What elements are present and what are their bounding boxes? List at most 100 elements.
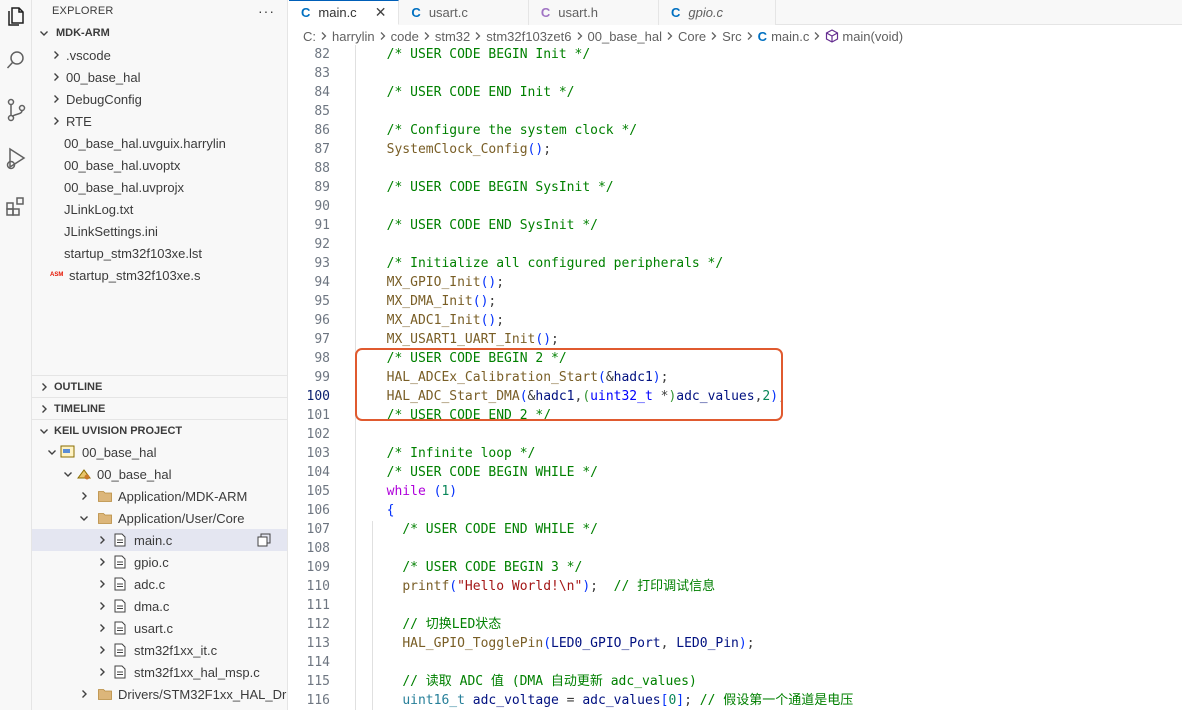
section-timeline[interactable]: TIMELINE <box>32 397 287 419</box>
code-line[interactable]: 83 <box>289 64 1182 83</box>
extensions-icon[interactable] <box>0 190 32 222</box>
code-line[interactable]: 88 <box>289 159 1182 178</box>
keil-file[interactable]: main.c <box>32 529 287 551</box>
asm-file-icon: ASM <box>50 272 64 278</box>
line-number: 96 <box>314 313 330 328</box>
explorer-item-label: .vscode <box>66 47 111 63</box>
explorer-file[interactable]: JLinkLog.txt <box>32 198 287 220</box>
code-text: /* USER CODE BEGIN WHILE */ <box>386 465 598 480</box>
code-line[interactable]: 82 /* USER CODE BEGIN Init */ <box>289 45 1182 64</box>
breadcrumb-item[interactable]: stm32f103zet6 <box>486 29 571 44</box>
keil-file[interactable]: usart.c <box>32 617 287 639</box>
code-line[interactable]: 104 /* USER CODE BEGIN WHILE */ <box>289 463 1182 482</box>
tab-label: usart.h <box>558 5 598 20</box>
code-line[interactable]: 91 /* USER CODE END SysInit */ <box>289 216 1182 235</box>
folder-root[interactable]: MDK-ARM <box>32 22 287 44</box>
breadcrumb-item[interactable]: Core <box>678 29 706 44</box>
run-debug-icon[interactable] <box>0 142 32 174</box>
explorer-files-icon[interactable] <box>0 0 32 32</box>
breadcrumb-item[interactable]: C: <box>303 29 316 44</box>
code-line[interactable]: 92 <box>289 235 1182 254</box>
code-line[interactable]: 105 while (1) <box>289 482 1182 501</box>
line-number: 113 <box>306 636 330 651</box>
keil-file[interactable]: adc.c <box>32 573 287 595</box>
explorer-folder[interactable]: .vscode <box>32 44 287 66</box>
code-line[interactable]: 112 // 切换LED状态 <box>289 615 1182 634</box>
explorer-folder[interactable]: 00_base_hal <box>32 66 287 88</box>
code-text: /* USER CODE END SysInit */ <box>386 218 598 233</box>
code-line[interactable]: 114 <box>289 653 1182 672</box>
breadcrumb-item[interactable]: Src <box>722 29 742 44</box>
explorer-file[interactable]: JLinkSettings.ini <box>32 220 287 242</box>
breadcrumb-item[interactable]: 00_base_hal <box>588 29 662 44</box>
explorer-folder[interactable]: DebugConfig <box>32 88 287 110</box>
explorer-file[interactable]: ASM startup_stm32f103xe.s <box>32 264 287 286</box>
code-text: MX_ADC1_Init(); <box>386 313 505 328</box>
code-line[interactable]: 116 uint16_t adc_voltage = adc_values[0]… <box>289 691 1182 710</box>
code-line[interactable]: 86 /* Configure the system clock */ <box>289 121 1182 140</box>
code-line[interactable]: 89 /* USER CODE BEGIN SysInit */ <box>289 178 1182 197</box>
breadcrumb-item[interactable]: main.c <box>771 29 809 44</box>
code-line[interactable]: 107 /* USER CODE END WHILE */ <box>289 520 1182 539</box>
code-line[interactable]: 97 MX_USART1_UART_Init(); <box>289 330 1182 349</box>
explorer-file[interactable]: 00_base_hal.uvguix.harrylin <box>32 132 287 154</box>
code-line[interactable]: 96 MX_ADC1_Init(); <box>289 311 1182 330</box>
breadcrumb-item[interactable]: code <box>391 29 419 44</box>
explorer-item-label: 00_base_hal <box>66 69 141 85</box>
more-actions-icon[interactable]: ··· <box>258 3 275 19</box>
keil-file-label: adc.c <box>134 576 166 592</box>
keil-group-drivers[interactable]: Drivers/STM32F1xx_HAL_Dri... <box>32 683 287 705</box>
keil-project[interactable]: 00_base_hal <box>32 441 287 463</box>
keil-group[interactable]: Application/User/Core <box>32 507 287 529</box>
chevron-right-icon <box>576 31 584 41</box>
code-line[interactable]: 90 <box>289 197 1182 216</box>
code-line[interactable]: 111 <box>289 596 1182 615</box>
search-icon[interactable] <box>0 44 32 76</box>
close-icon[interactable]: ✕ <box>375 4 387 21</box>
c-file-icon <box>114 665 126 679</box>
keil-file[interactable]: gpio.c <box>32 551 287 573</box>
line-number: 107 <box>306 522 330 537</box>
keil-file[interactable]: dma.c <box>32 595 287 617</box>
code-line[interactable]: 94 MX_GPIO_Init(); <box>289 273 1182 292</box>
tab-usart-h[interactable]: Cusart.h <box>528 0 659 25</box>
tab-gpio-c[interactable]: Cgpio.c <box>658 0 777 25</box>
breadcrumb-item[interactable]: stm32 <box>435 29 470 44</box>
code-line[interactable]: 85 <box>289 102 1182 121</box>
c-file-icon <box>114 577 126 591</box>
copy-icon[interactable] <box>257 533 271 547</box>
keil-file[interactable]: stm32f1xx_it.c <box>32 639 287 661</box>
folder-icon <box>98 490 112 502</box>
keil-target[interactable]: 00_base_hal <box>32 463 287 485</box>
code-line[interactable]: 93 /* Initialize all configured peripher… <box>289 254 1182 273</box>
explorer-file[interactable]: 00_base_hal.uvoptx <box>32 154 287 176</box>
code-line[interactable]: 110 printf("Hello World!\n"); // 打印调试信息 <box>289 577 1182 596</box>
code-line[interactable]: 109 /* USER CODE BEGIN 3 */ <box>289 558 1182 577</box>
tab-usart-c[interactable]: Cusart.c <box>399 0 529 25</box>
breadcrumb-item[interactable]: harrylin <box>332 29 375 44</box>
keil-group-label: Application/User/Core <box>118 510 245 526</box>
source-control-icon[interactable] <box>0 94 32 126</box>
code-line[interactable]: 95 MX_DMA_Init(); <box>289 292 1182 311</box>
keil-group[interactable]: Application/MDK-ARM <box>32 485 287 507</box>
explorer-file[interactable]: startup_stm32f103xe.lst <box>32 242 287 264</box>
code-line[interactable]: 106 { <box>289 501 1182 520</box>
code-line[interactable]: 102 <box>289 425 1182 444</box>
code-line[interactable]: 113 HAL_GPIO_TogglePin(LED0_GPIO_Port, L… <box>289 634 1182 653</box>
explorer-folder[interactable]: RTE <box>32 110 287 132</box>
line-number: 98 <box>314 351 330 366</box>
code-text: uint16_t adc_voltage = adc_values[0]; //… <box>402 693 854 708</box>
code-line[interactable]: 108 <box>289 539 1182 558</box>
section-keil[interactable]: KEIL UVISION PROJECT <box>32 419 287 441</box>
keil-file[interactable]: stm32f1xx_hal_msp.c <box>32 661 287 683</box>
code-line[interactable]: 103 /* Infinite loop */ <box>289 444 1182 463</box>
line-number: 84 <box>314 85 330 100</box>
explorer-item-label: startup_stm32f103xe.s <box>69 267 201 283</box>
breadcrumb-item[interactable]: main(void) <box>842 29 903 44</box>
tab-main-c[interactable]: Cmain.c ✕ <box>289 0 400 25</box>
code-line[interactable]: 87 SystemClock_Config(); <box>289 140 1182 159</box>
explorer-file[interactable]: 00_base_hal.uvprojx <box>32 176 287 198</box>
code-line[interactable]: 84 /* USER CODE END Init */ <box>289 83 1182 102</box>
section-outline[interactable]: OUTLINE <box>32 375 287 397</box>
code-line[interactable]: 115 // 读取 ADC 值 (DMA 自动更新 adc_values) <box>289 672 1182 691</box>
